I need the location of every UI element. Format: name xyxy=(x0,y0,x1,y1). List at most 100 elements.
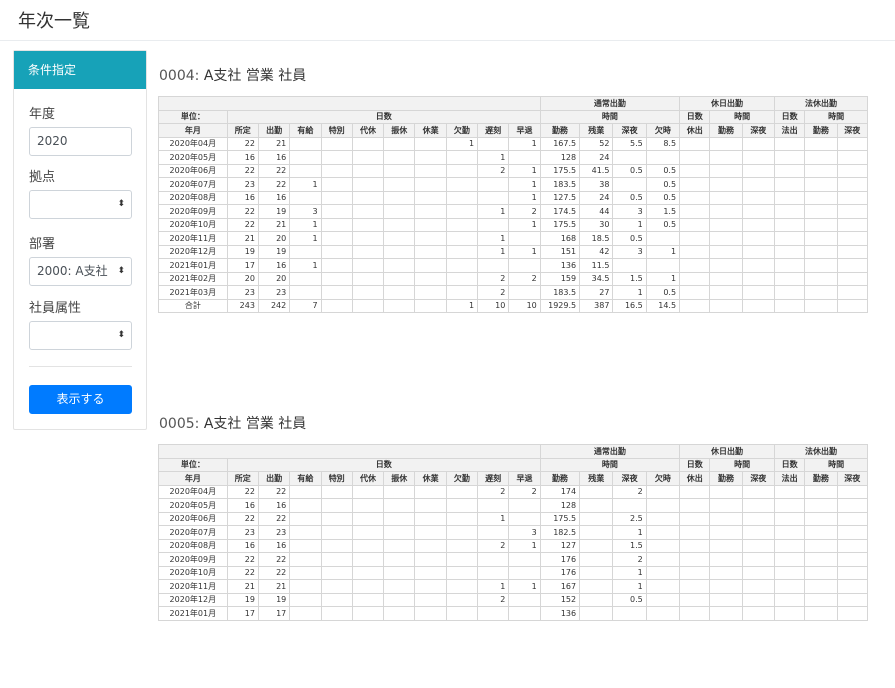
table-cell xyxy=(741,258,775,273)
table-cell xyxy=(445,285,479,300)
table-row: 2020年09月 22 22 176 2 xyxy=(158,552,869,567)
table-cell: 183.5 xyxy=(539,285,581,300)
row-month-cell: 2020年06月 xyxy=(158,163,228,178)
table-cell xyxy=(836,538,869,553)
table-cell: 52 xyxy=(579,136,614,151)
table-cell xyxy=(477,217,510,232)
table-cell xyxy=(773,592,806,607)
column-header: 所定 xyxy=(226,471,259,486)
table-cell xyxy=(836,190,869,205)
table-cell: 0.5 xyxy=(612,592,647,607)
table-cell xyxy=(383,244,416,259)
table-cell xyxy=(289,136,322,151)
select-arrows-icon: ⬍ xyxy=(117,266,125,276)
table-cell: 23 xyxy=(226,285,259,300)
table-cell xyxy=(836,136,869,151)
table-cell xyxy=(445,177,479,192)
column-header: 遅刻 xyxy=(477,471,510,486)
table-cell xyxy=(836,150,869,165)
table-cell xyxy=(804,565,838,580)
table-cell: 1 xyxy=(612,285,647,300)
row-month-cell: 2020年08月 xyxy=(158,538,228,553)
table-cell: 1 xyxy=(508,244,541,259)
table-cell xyxy=(804,298,838,313)
table-cell xyxy=(804,190,838,205)
table-cell xyxy=(679,177,711,192)
column-header: 残業 xyxy=(579,123,614,138)
attr-select[interactable]: ⬍ xyxy=(29,321,132,350)
column-header: 欠勤 xyxy=(445,471,479,486)
column-header: 深夜 xyxy=(741,123,775,138)
table-cell xyxy=(804,244,838,259)
table-cell xyxy=(289,592,322,607)
table-cell: 175.5 xyxy=(539,217,581,232)
table-cell xyxy=(679,579,711,594)
table-cell: 23 xyxy=(257,525,291,540)
table-cell xyxy=(383,592,416,607)
table-cell: 1.5 xyxy=(612,538,647,553)
attr-label: 社員属性 xyxy=(29,301,82,316)
header-legal-holiday-work: 法休出勤 xyxy=(773,96,869,111)
column-header: 深夜 xyxy=(612,123,647,138)
table-cell: 3 xyxy=(612,204,647,219)
column-header: 所定 xyxy=(226,123,259,138)
table-cell xyxy=(289,484,322,499)
table-cell xyxy=(836,177,869,192)
table-cell xyxy=(289,244,322,259)
column-header: 休出 xyxy=(679,123,711,138)
table-cell: 16 xyxy=(257,150,291,165)
table-cell: 16 xyxy=(226,538,259,553)
filter-panel-header: 条件指定 xyxy=(14,51,146,89)
table-cell: 41.5 xyxy=(579,163,614,178)
column-header: 休業 xyxy=(414,471,447,486)
header-hours: 時間 xyxy=(709,457,775,472)
table-row: 2020年06月 22 22 2 1 175.5 41.5 0.5 0.5 xyxy=(158,163,869,178)
show-button[interactable]: 表示する xyxy=(29,385,132,414)
table-cell xyxy=(414,177,447,192)
table-cell xyxy=(445,244,479,259)
section-title: 0005: A支社 営業 社員 xyxy=(159,413,306,433)
table-cell xyxy=(804,163,838,178)
year-input[interactable]: 2020 xyxy=(29,127,132,156)
table-cell: 22 xyxy=(226,217,259,232)
table-cell xyxy=(679,525,711,540)
column-header: 特別 xyxy=(320,123,353,138)
table-cell: 1.5 xyxy=(645,204,681,219)
table-cell xyxy=(773,484,806,499)
table-cell xyxy=(320,163,353,178)
row-month-cell: 2020年08月 xyxy=(158,190,228,205)
table-cell xyxy=(383,579,416,594)
table-cell xyxy=(741,150,775,165)
column-header: 早退 xyxy=(508,123,541,138)
base-select[interactable]: ⬍ xyxy=(29,190,132,219)
table-cell xyxy=(836,579,869,594)
row-month-cell: 合計 xyxy=(158,298,228,313)
table-cell xyxy=(773,565,806,580)
column-header: 勤務 xyxy=(804,123,838,138)
table-cell xyxy=(679,204,711,219)
column-header: 特別 xyxy=(320,471,353,486)
table-cell xyxy=(836,163,869,178)
table-cell xyxy=(741,244,775,259)
table-cell xyxy=(804,204,838,219)
table-cell xyxy=(836,204,869,219)
table-cell: 22 xyxy=(257,177,291,192)
table-cell xyxy=(508,511,541,526)
table-row: 2020年10月 22 21 1 1 175.5 30 1 0.5 xyxy=(158,217,869,232)
table-cell: 22 xyxy=(257,511,291,526)
table-cell: 22 xyxy=(226,163,259,178)
table-cell xyxy=(709,271,743,286)
row-month-cell: 2020年10月 xyxy=(158,217,228,232)
table-cell: 2 xyxy=(508,484,541,499)
table-cell: 22 xyxy=(226,565,259,580)
header-blank xyxy=(158,444,541,459)
row-month-cell: 2021年01月 xyxy=(158,606,228,621)
year-value: 2020 xyxy=(37,134,68,148)
table-cell xyxy=(709,484,743,499)
column-header: 勤務 xyxy=(709,471,743,486)
table-cell xyxy=(383,177,416,192)
table-body: 2020年04月 22 22 2 2 174 2 2020年05月 16 16 128 2020年06… xyxy=(158,484,869,621)
table-cell: 16 xyxy=(226,498,259,513)
table-cell: 183.5 xyxy=(539,177,581,192)
dept-select[interactable]: 2000: A支社 ⬍ xyxy=(29,257,132,286)
